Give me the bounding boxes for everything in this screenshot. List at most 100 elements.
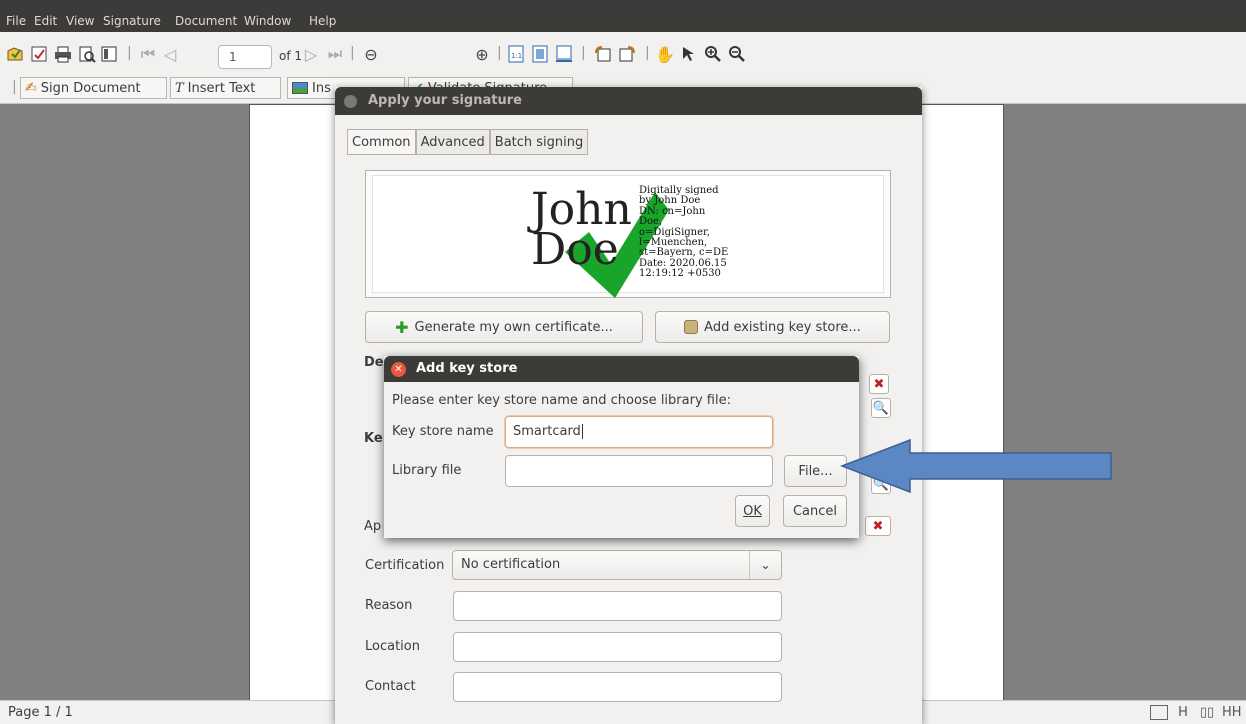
insert-text-icon: T	[175, 80, 184, 96]
properties-icon[interactable]	[100, 44, 118, 64]
zoom-in-icon[interactable]: ⊕	[473, 45, 491, 64]
signer-last-name: Doe	[531, 224, 619, 275]
facing-view-icon[interactable]: ▯▯	[1198, 705, 1216, 720]
reason-label: Reason	[365, 598, 413, 613]
sign-document-label: Sign Document	[40, 80, 141, 96]
keystore-name-input[interactable]: Smartcard	[505, 416, 773, 448]
fit-page-icon[interactable]	[531, 44, 549, 64]
close-icon[interactable]: ✕	[391, 362, 406, 377]
rotate-left-icon[interactable]	[593, 44, 613, 64]
menu-bar: File Edit View Signature Document Window…	[0, 10, 1246, 32]
fit-width-icon[interactable]	[555, 44, 573, 64]
remove-icon[interactable]: ✖	[865, 516, 891, 536]
continuous-view-icon[interactable]: H	[1174, 705, 1192, 720]
library-file-input[interactable]	[505, 455, 773, 487]
insert-text-button[interactable]: T Insert Text	[170, 77, 281, 99]
reason-input[interactable]	[453, 591, 782, 621]
tab-batch-signing[interactable]: Batch signing	[489, 129, 589, 155]
certification-value: No certification	[461, 557, 561, 572]
browse-icon[interactable]: 🔍	[871, 398, 891, 418]
open-icon[interactable]	[6, 44, 24, 64]
close-icon[interactable]	[344, 95, 357, 108]
tab-advanced[interactable]: Advanced	[415, 129, 490, 155]
menu-edit[interactable]: Edit	[34, 14, 57, 28]
generate-certificate-label: Generate my own certificate...	[414, 319, 613, 335]
key-section-heading: Ke	[364, 431, 383, 446]
page-count-label: of 1	[279, 49, 303, 63]
keystore-icon	[684, 320, 699, 334]
signature-details: Digitally signed by John Doe DN: cn=John…	[639, 185, 729, 280]
keystore-name-label: Key store name	[392, 424, 494, 439]
toolbar-separator: |	[350, 45, 355, 61]
keystore-prompt: Please enter key store name and choose l…	[392, 393, 731, 408]
print-icon[interactable]	[54, 44, 72, 64]
zoom-in-tool-icon[interactable]	[703, 44, 723, 64]
svg-text:1:1: 1:1	[511, 52, 522, 60]
apply-signature-titlebar[interactable]: Apply your signature	[335, 87, 922, 115]
menu-file[interactable]: File	[6, 14, 26, 28]
annotation-arrow-icon	[840, 438, 1112, 494]
chevron-down-icon: ⌄	[749, 551, 781, 579]
insert-image-label: Ins	[312, 80, 331, 96]
add-keystore-titlebar[interactable]: ✕ Add key store	[384, 356, 859, 382]
print-preview-icon[interactable]	[78, 44, 96, 64]
toolbar-separator: |	[645, 45, 650, 61]
window-top-strip	[0, 0, 1246, 10]
select-tool-icon[interactable]	[679, 44, 699, 64]
zoom-out-icon[interactable]: ⊖	[362, 45, 380, 64]
keystore-name-value: Smartcard	[513, 424, 581, 439]
menu-signature[interactable]: Signature	[103, 14, 161, 28]
signature-tabs: Common Advanced Batch signing	[347, 129, 589, 155]
next-page-icon[interactable]: ▷	[303, 45, 319, 64]
zoom-out-tool-icon[interactable]	[727, 44, 747, 64]
page-status: Page 1 / 1	[8, 705, 73, 720]
image-icon	[292, 82, 308, 94]
menu-help[interactable]: Help	[309, 14, 336, 28]
menu-window[interactable]: Window	[244, 14, 291, 28]
certification-label: Certification	[365, 558, 445, 573]
menu-document[interactable]: Document	[175, 14, 237, 28]
toolbar-separator: |	[581, 45, 586, 61]
signature-pen-icon: ✍	[25, 80, 37, 96]
cancel-button[interactable]: Cancel	[783, 495, 847, 527]
menu-view[interactable]: View	[66, 14, 94, 28]
single-page-view-icon[interactable]	[1150, 705, 1168, 720]
default-section-heading: De	[364, 355, 384, 370]
appearance-label: Ap	[364, 519, 382, 534]
hand-tool-icon[interactable]: ✋	[655, 44, 675, 64]
contact-label: Contact	[365, 679, 416, 694]
plus-icon: ✚	[395, 317, 409, 337]
remove-icon[interactable]: ✖	[869, 374, 889, 394]
certification-select[interactable]: No certification ⌄	[452, 550, 782, 580]
save-icon[interactable]	[30, 44, 48, 64]
last-page-icon[interactable]: ⏭	[327, 44, 343, 63]
sign-document-button[interactable]: ✍ Sign Document	[20, 77, 167, 99]
signature-preview: John Doe Digitally signed by John Doe DN…	[365, 170, 891, 298]
insert-text-label: Insert Text	[187, 80, 256, 96]
signer-name: John Doe	[531, 188, 632, 275]
page-number-input[interactable]: 1	[218, 45, 272, 69]
location-label: Location	[365, 639, 420, 654]
rotate-right-icon[interactable]	[617, 44, 637, 64]
toolbar-separator: |	[497, 45, 502, 61]
continuous-facing-view-icon[interactable]: HH	[1222, 705, 1242, 720]
location-input[interactable]	[453, 632, 782, 662]
apply-signature-title: Apply your signature	[368, 93, 522, 108]
generate-certificate-button[interactable]: ✚ Generate my own certificate...	[365, 311, 643, 343]
toolbar-separator: |	[127, 45, 132, 61]
first-page-icon[interactable]: ⏮	[140, 44, 156, 63]
add-keystore-title: Add key store	[416, 361, 518, 376]
contact-input[interactable]	[453, 672, 782, 702]
add-keystore-label: Add existing key store...	[704, 319, 861, 335]
file-browse-button[interactable]: File...	[784, 455, 847, 487]
add-keystore-button[interactable]: Add existing key store...	[655, 311, 890, 343]
ok-button[interactable]: OK	[735, 495, 770, 527]
text-caret	[581, 424, 583, 439]
actual-size-icon[interactable]: 1:1	[507, 44, 525, 64]
library-file-label: Library file	[392, 463, 462, 478]
previous-page-icon[interactable]: ◁	[162, 45, 178, 64]
signature-appearance: John Doe Digitally signed by John Doe DN…	[372, 175, 884, 298]
add-keystore-dialog: ✕ Add key store Please enter key store n…	[384, 356, 859, 538]
tab-common[interactable]: Common	[347, 129, 416, 155]
toolbar-separator: |	[12, 79, 17, 95]
